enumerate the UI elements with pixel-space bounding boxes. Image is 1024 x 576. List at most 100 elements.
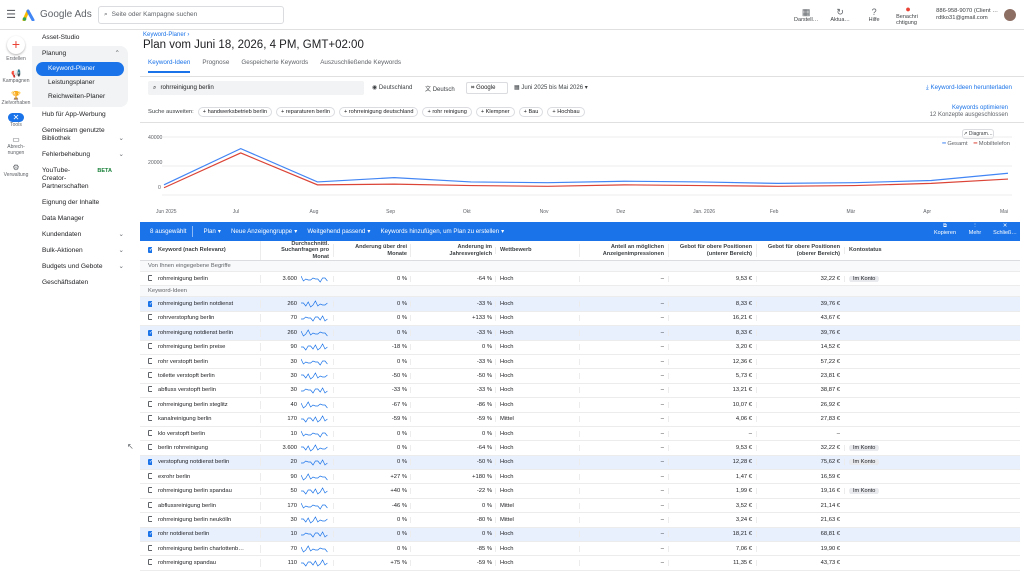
breadcrumb[interactable]: Keyword-Planer ›: [143, 32, 1024, 38]
col-three-month[interactable]: Änderung über drei Monate: [333, 244, 410, 257]
menu-icon[interactable]: ☰: [0, 8, 22, 21]
close-button[interactable]: ✕ Schließ…: [990, 223, 1020, 237]
table-row[interactable]: ✓ rohrreinigung notdienst berlin 260 0 % -33…: [140, 326, 1020, 341]
bell-icon: ●: [905, 4, 911, 14]
rail-tools[interactable]: ✕ Tools: [0, 113, 32, 128]
yoy-cell: -33 %: [410, 301, 495, 308]
trend-sparkline: [301, 387, 328, 395]
nav-reichweiten-planer[interactable]: Reichweiten-Planer: [32, 90, 128, 104]
nav-keyword-planer[interactable]: Keyword-Planer: [36, 62, 124, 76]
table-row[interactable]: rohrreinigung spandau 110 +75 % -59 % Hoch –1…: [140, 556, 1020, 571]
create-button[interactable]: +: [7, 36, 25, 54]
plan-dropdown[interactable]: Plan ▾: [203, 228, 221, 235]
tab-forecast[interactable]: Prognose: [202, 59, 229, 73]
appearance-button[interactable]: ▦ Darstell…: [794, 7, 818, 23]
nav-hub-app[interactable]: Hub für App-Werbung: [32, 107, 132, 123]
table-row[interactable]: toilette verstopft berlin 30 -50 % -50 % Hoc…: [140, 369, 1020, 384]
suggestion-chip[interactable]: + Klempner: [475, 107, 515, 117]
nav-shared-library[interactable]: Gemeinsam genutzte Bibliothek ⌄: [32, 123, 132, 147]
col-volume[interactable]: Durchschnittl. Suchanfragen pro Monat: [260, 241, 333, 261]
nav-customer-data[interactable]: Kundendaten ⌄: [32, 227, 132, 243]
avatar[interactable]: [1004, 9, 1016, 21]
keyword-cell: rohrverstopfung berlin: [158, 315, 215, 322]
nav-group-planung: Planung ⌃ Keyword-Planer Leistungsplaner …: [32, 46, 128, 107]
nav-leistungsplaner[interactable]: Leistungsplaner: [32, 76, 128, 90]
tab-negative-keywords[interactable]: Auszuschließende Keywords: [320, 59, 401, 73]
nav-business-data[interactable]: Geschäftsdaten: [32, 275, 132, 291]
col-yoy[interactable]: Änderung im Jahresvergleich: [410, 244, 495, 257]
keyword-search-input[interactable]: ⌕ rohrreinigung berlin: [148, 81, 364, 95]
table-row[interactable]: abfluss verstopft berlin 30 -33 % -33 % Hoch…: [140, 384, 1020, 399]
nav-budgets[interactable]: Budgets und Gebote ⌄: [32, 259, 132, 275]
suggestion-chip[interactable]: + handwerksbetrieb berlin: [197, 107, 272, 117]
google-ads-logo[interactable]: Google Ads: [22, 9, 94, 21]
date-range-filter[interactable]: ▦ Juni 2025 bis Mai 2026 ▾: [514, 84, 588, 91]
match-type-dropdown[interactable]: Weitgehend passend ▾: [307, 228, 370, 235]
bid-low-cell: 3,24 €: [668, 516, 756, 523]
table-row[interactable]: ✓ rohrreinigung berlin notdienst 260 0 % -33…: [140, 297, 1020, 312]
search-volume-chart: ↗ Diagram… ━ Gesamt ━ Mobiltelefon 40000…: [140, 122, 1024, 220]
broaden-search: Suche ausweiten: + handwerksbetrieb berl…: [148, 107, 585, 117]
volume-value: 30: [290, 387, 297, 394]
nav-asset-studio[interactable]: Asset-Studio: [32, 30, 132, 46]
table-row[interactable]: rohrreinigung berlin charlottenb… 70 0 % -8…: [140, 542, 1020, 557]
nav-youtube-creator[interactable]: BETA YouTube-Creator-Partnerschaften: [32, 163, 132, 195]
rail-goals[interactable]: 🏆 Zielvor­haben: [0, 91, 32, 106]
table-row[interactable]: exrohr berlin 90 +27 % +180 % Hoch –1,47 €16,…: [140, 470, 1020, 485]
table-row[interactable]: klo verstopft berlin 10 0 % 0 % Hoch – – –: [140, 427, 1020, 442]
rail-billing[interactable]: ▭ Abrech­nungen: [0, 135, 32, 156]
suggestion-chip[interactable]: + Hochbau: [547, 107, 585, 117]
nav-data-manager[interactable]: Data Manager: [32, 211, 132, 227]
rail-campaigns[interactable]: 📢 Kampa­gnen: [0, 69, 32, 84]
new-adgroup-dropdown[interactable]: Neue Anzeigengruppe ▾: [231, 228, 297, 235]
volume-cell: 30: [260, 386, 333, 395]
refine-keywords[interactable]: Keywords optimieren 12 Konzepte ausgesch…: [930, 105, 1008, 119]
trend-sparkline: [301, 544, 328, 553]
global-search[interactable]: ⌕ Seite oder Kampagne suchen: [98, 5, 284, 24]
tab-saved-keywords[interactable]: Gespeicherte Keywords: [241, 59, 308, 73]
table-row[interactable]: rohrreinigung berlin neukölln 30 0 % -80 % M…: [140, 513, 1020, 528]
col-impression-share[interactable]: Anteil an möglichen Anzeigenimpressionen: [579, 244, 668, 257]
refresh-button[interactable]: ↻ Aktua…: [828, 7, 852, 23]
suggestion-chip[interactable]: + Bau: [518, 107, 544, 117]
nav-planung[interactable]: Planung ⌃: [32, 46, 128, 62]
col-competition[interactable]: Wettbewerb: [495, 247, 579, 254]
table-row[interactable]: rohrverstopfung berlin 70 0 % +133 % Hoch –16…: [140, 312, 1020, 327]
table-row[interactable]: kanalreinigung berlin 170 -59 % -59 % Mittel…: [140, 413, 1020, 427]
suggestion-chip[interactable]: + rohr reinigung: [422, 107, 472, 117]
nav-troubleshooting[interactable]: Fehlerbehebung ⌄: [32, 147, 132, 163]
more-button[interactable]: ⋮ Mehr: [960, 223, 990, 237]
rail-admin[interactable]: ⚙ Verwal­tung: [0, 163, 32, 178]
table-row[interactable]: ✓ rohr notdienst berlin 10 0 % 0 % Hoch –18,21…: [140, 527, 1020, 543]
col-bid-high[interactable]: Gebot für obere Positionen (oberer Berei…: [756, 244, 844, 257]
yoy-cell: 0 %: [410, 531, 495, 538]
col-keyword[interactable]: Keyword (nach Relevanz): [152, 247, 260, 254]
nav-content-suitability[interactable]: Eignung der Inhalte: [32, 195, 132, 211]
table-row[interactable]: rohrreinigung berlin preise 90 -18 % 0 % Hoc…: [140, 341, 1020, 355]
language-filter[interactable]: 文 Deutsch: [425, 84, 455, 93]
help-button[interactable]: ? Hilfe: [862, 7, 886, 23]
col-account-status[interactable]: Kontostatus: [844, 247, 944, 254]
group-header: Keyword-Ideen: [140, 286, 1020, 298]
table-row[interactable]: berlin rohrreinigung 3.600 0 % -64 % Hoch –9,…: [140, 441, 1020, 456]
add-keywords-dropdown[interactable]: Keywords hinzufügen, um Plan zu erstelle…: [380, 228, 504, 235]
volume-value: 3.600: [282, 444, 297, 451]
table-row[interactable]: rohrreinigung berlin 3.600 0 % -64 % Hoch –9,…: [140, 272, 1020, 287]
nav-bulk-actions[interactable]: Bulk-Aktionen ⌄: [32, 243, 132, 259]
account-info[interactable]: 886-958-9070 (Client … rdtko31@gmail.com: [936, 8, 998, 22]
notifications-button[interactable]: ● Benachri chtigung: [896, 4, 920, 26]
location-filter[interactable]: ◉ Deutschland: [372, 84, 412, 91]
network-filter[interactable]: ⌗ Google: [466, 82, 508, 94]
table-row[interactable]: ✓ verstopfung notdienst berlin 20 0 % -50 % H…: [140, 455, 1020, 471]
competition-cell: Hoch: [495, 545, 579, 552]
table-row[interactable]: rohrreinigung berlin spandau 50 +40 % -22 %…: [140, 484, 1020, 499]
table-row[interactable]: abflussreinigung berlin 170 -46 % 0 % Mittel…: [140, 499, 1020, 514]
col-bid-low[interactable]: Gebot für obere Positionen (unterer Bere…: [668, 244, 756, 257]
table-row[interactable]: rohr verstopft berlin 30 0 % -33 % Hoch –12,3…: [140, 355, 1020, 370]
tab-keyword-ideas[interactable]: Keyword-Ideen: [148, 59, 191, 73]
suggestion-chip[interactable]: + rohrreinigung deutschland: [338, 107, 419, 117]
copy-button[interactable]: ⧉ Kopieren: [930, 223, 960, 237]
table-row[interactable]: rohrreinigung berlin steglitz 40 -67 % -86 …: [140, 398, 1020, 413]
download-ideas-link[interactable]: ⤓ Keyword-Ideen herunterladen: [926, 84, 1012, 92]
suggestion-chip[interactable]: + reparaturen berlin: [275, 107, 335, 117]
